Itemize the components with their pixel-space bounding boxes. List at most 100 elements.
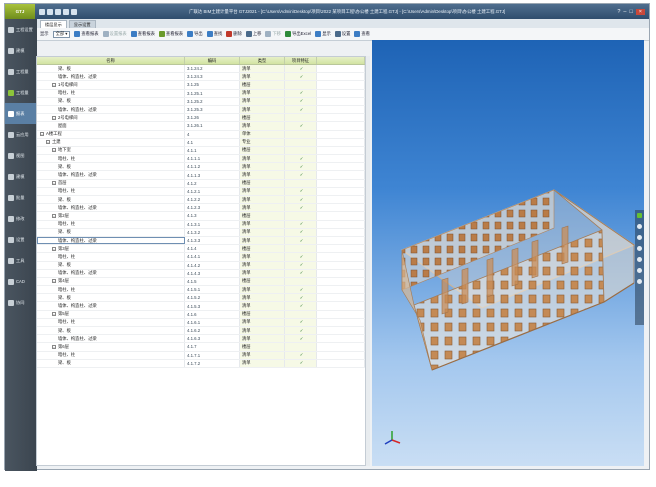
cell-feature-check[interactable] bbox=[285, 179, 317, 187]
cell-name[interactable]: 屋面 bbox=[37, 122, 185, 130]
table-row[interactable]: − 地下室 4.1.1 楼层 bbox=[37, 146, 365, 156]
sidebar-item-1[interactable]: 建模 bbox=[5, 40, 37, 61]
toolbar-button-10[interactable]: 显示 bbox=[315, 31, 331, 37]
collapse-icon[interactable]: − bbox=[40, 132, 44, 137]
table-row[interactable]: − 第6层 4.1.7 楼层 bbox=[37, 343, 365, 352]
table-row[interactable]: − 首层 4.1.2 楼层 bbox=[37, 179, 365, 188]
cell-name[interactable]: 梁、板 bbox=[37, 65, 185, 73]
cell-feature-check[interactable] bbox=[285, 146, 317, 155]
cell-feature-check[interactable] bbox=[285, 310, 317, 318]
table-row[interactable]: −2号电梯间 3.1.26 楼层 bbox=[37, 114, 365, 123]
cell-feature-check[interactable] bbox=[285, 138, 317, 146]
select-icon[interactable] bbox=[637, 213, 642, 218]
cell-feature-check[interactable] bbox=[285, 277, 317, 286]
collapse-icon[interactable]: − bbox=[52, 213, 56, 218]
zoom-out-icon[interactable] bbox=[637, 257, 642, 262]
collapse-icon[interactable]: − bbox=[52, 82, 56, 87]
table-row[interactable]: 墙体、构造柱、过梁 4.1.2.3 清单 ✓ bbox=[37, 204, 365, 213]
table-row[interactable]: 暗柱、柱 4.1.4.1 清单 ✓ bbox=[37, 253, 365, 262]
cell-feature-check[interactable]: ✓ bbox=[285, 155, 317, 163]
table-scrollbar[interactable] bbox=[366, 56, 370, 466]
sidebar-item-5[interactable]: 云应用 bbox=[5, 124, 37, 145]
collapse-icon[interactable]: − bbox=[46, 140, 50, 145]
tab-1[interactable]: 显示设置 bbox=[68, 20, 96, 28]
cell-feature-check[interactable]: ✓ bbox=[285, 286, 317, 294]
cell-feature-check[interactable] bbox=[285, 130, 317, 138]
cell-feature-check[interactable]: ✓ bbox=[285, 302, 317, 310]
sidebar-item-4[interactable]: 报表 bbox=[5, 103, 37, 124]
toolbar-button-0[interactable]: 查看报表 bbox=[74, 31, 99, 37]
collapse-icon[interactable]: − bbox=[52, 148, 56, 153]
sidebar-item-9[interactable]: 修改 bbox=[5, 208, 37, 229]
sidebar-item-2[interactable]: 工程量 bbox=[5, 61, 37, 82]
maximize-button[interactable]: □ bbox=[629, 9, 632, 15]
cell-name[interactable]: 墙体、构造柱、过梁 bbox=[37, 302, 185, 310]
cell-feature-check[interactable] bbox=[285, 81, 317, 89]
toolbar-button-8[interactable]: 下移 bbox=[265, 31, 281, 37]
table-row[interactable]: 梁、板 4.1.2.2 清单 ✓ bbox=[37, 196, 365, 205]
table-row[interactable]: 屋面 3.1.26.1 清单 ✓ bbox=[37, 122, 365, 131]
cell-name[interactable]: − A楼工程 bbox=[37, 130, 185, 138]
toolbar-button-5[interactable]: 查找 bbox=[206, 31, 222, 37]
cell-feature-check[interactable]: ✓ bbox=[285, 253, 317, 261]
collapse-icon[interactable]: − bbox=[52, 115, 56, 120]
table-row[interactable]: −1号电梯间 3.1.25 楼层 bbox=[37, 81, 365, 90]
cell-feature-check[interactable]: ✓ bbox=[285, 318, 317, 326]
cell-name[interactable]: − 土建 bbox=[37, 138, 185, 146]
table-row[interactable]: 暗柱、柱 4.1.3.1 清单 ✓ bbox=[37, 220, 365, 229]
cell-name[interactable]: − 第6层 bbox=[37, 343, 185, 351]
table-row[interactable]: 梁、板 4.1.7.2 清单 ✓ bbox=[37, 359, 365, 368]
cell-name[interactable]: 暗柱、柱 bbox=[37, 286, 185, 294]
cell-feature-check[interactable]: ✓ bbox=[285, 220, 317, 228]
column-header-name[interactable]: 名称 bbox=[37, 57, 185, 64]
table-row[interactable]: − 第2层 4.1.3 楼层 bbox=[37, 212, 365, 221]
toolbar-button-7[interactable]: 上移 bbox=[245, 31, 261, 37]
cell-name[interactable]: 梁、板 bbox=[37, 359, 185, 367]
table-row[interactable]: 暗柱、柱 4.1.2.1 清单 ✓ bbox=[37, 187, 365, 196]
cell-feature-check[interactable]: ✓ bbox=[285, 359, 317, 367]
cell-name[interactable]: 墙体、构造柱、过梁 bbox=[37, 171, 185, 179]
toolbar-button-6[interactable]: 删除 bbox=[226, 31, 242, 37]
cell-feature-check[interactable]: ✓ bbox=[285, 228, 317, 236]
table-row[interactable]: 墙体、构造柱、过梁 4.1.6.3 清单 ✓ bbox=[37, 335, 365, 344]
cell-name[interactable]: 暗柱、柱 bbox=[37, 220, 185, 228]
cell-feature-check[interactable]: ✓ bbox=[285, 65, 317, 73]
column-header-feature[interactable]: 项目特征 bbox=[285, 57, 317, 64]
collapse-icon[interactable]: − bbox=[52, 279, 56, 284]
table-row[interactable]: 墙体、构造柱、过梁 3.1.24.3 清单 ✓ bbox=[37, 73, 365, 82]
cell-name[interactable]: − 地下室 bbox=[37, 146, 185, 155]
column-header-code[interactable]: 编码 bbox=[185, 57, 240, 64]
toolbar-button-3[interactable]: 查看报表 bbox=[158, 31, 183, 37]
cell-name[interactable]: 墙体、构造柱、过梁 bbox=[37, 269, 185, 277]
cell-feature-check[interactable]: ✓ bbox=[285, 327, 317, 335]
search-icon[interactable] bbox=[637, 279, 642, 284]
cell-name[interactable]: 梁、板 bbox=[37, 261, 185, 269]
cell-feature-check[interactable]: ✓ bbox=[285, 294, 317, 302]
table-row[interactable]: 墙体、构造柱、过梁 4.1.4.3 清单 ✓ bbox=[37, 269, 365, 278]
toolbar-button-9[interactable]: 导出Excel bbox=[285, 31, 311, 37]
sidebar-item-3[interactable]: 工程量 bbox=[5, 82, 37, 103]
table-row[interactable]: − 第3层 4.1.4 楼层 bbox=[37, 245, 365, 254]
cell-name[interactable]: 梁、板 bbox=[37, 294, 185, 302]
table-row[interactable]: 暗柱、柱 4.1.5.1 清单 ✓ bbox=[37, 286, 365, 295]
sidebar-item-11[interactable]: 工具 bbox=[5, 250, 37, 271]
cell-feature-check[interactable]: ✓ bbox=[285, 97, 317, 105]
save-icon[interactable] bbox=[39, 8, 45, 15]
collapse-icon[interactable]: − bbox=[52, 246, 56, 251]
table-row[interactable]: 暗柱、柱 3.1.25.1 清单 ✓ bbox=[37, 89, 365, 98]
table-row[interactable]: 梁、板 4.1.5.2 清单 ✓ bbox=[37, 294, 365, 303]
toolbar-button-1[interactable]: 设置报表 bbox=[102, 31, 127, 37]
cell-feature-check[interactable]: ✓ bbox=[285, 261, 317, 269]
sidebar-item-6[interactable]: 视图 bbox=[5, 145, 37, 166]
cell-feature-check[interactable]: ✓ bbox=[285, 269, 317, 277]
rotate-icon[interactable] bbox=[637, 235, 642, 240]
cell-name[interactable]: 墙体、构造柱、过梁 bbox=[37, 335, 185, 343]
undo-icon[interactable] bbox=[47, 8, 53, 15]
table-row[interactable]: − 第5层 4.1.6 楼层 bbox=[37, 310, 365, 319]
minimize-button[interactable]: – bbox=[623, 9, 626, 15]
help-icon[interactable]: ? bbox=[617, 9, 620, 15]
collapse-icon[interactable]: − bbox=[52, 181, 56, 186]
cell-name[interactable]: 暗柱、柱 bbox=[37, 318, 185, 326]
cell-name[interactable]: −1号电梯间 bbox=[37, 81, 185, 89]
redo-icon[interactable] bbox=[55, 8, 61, 15]
